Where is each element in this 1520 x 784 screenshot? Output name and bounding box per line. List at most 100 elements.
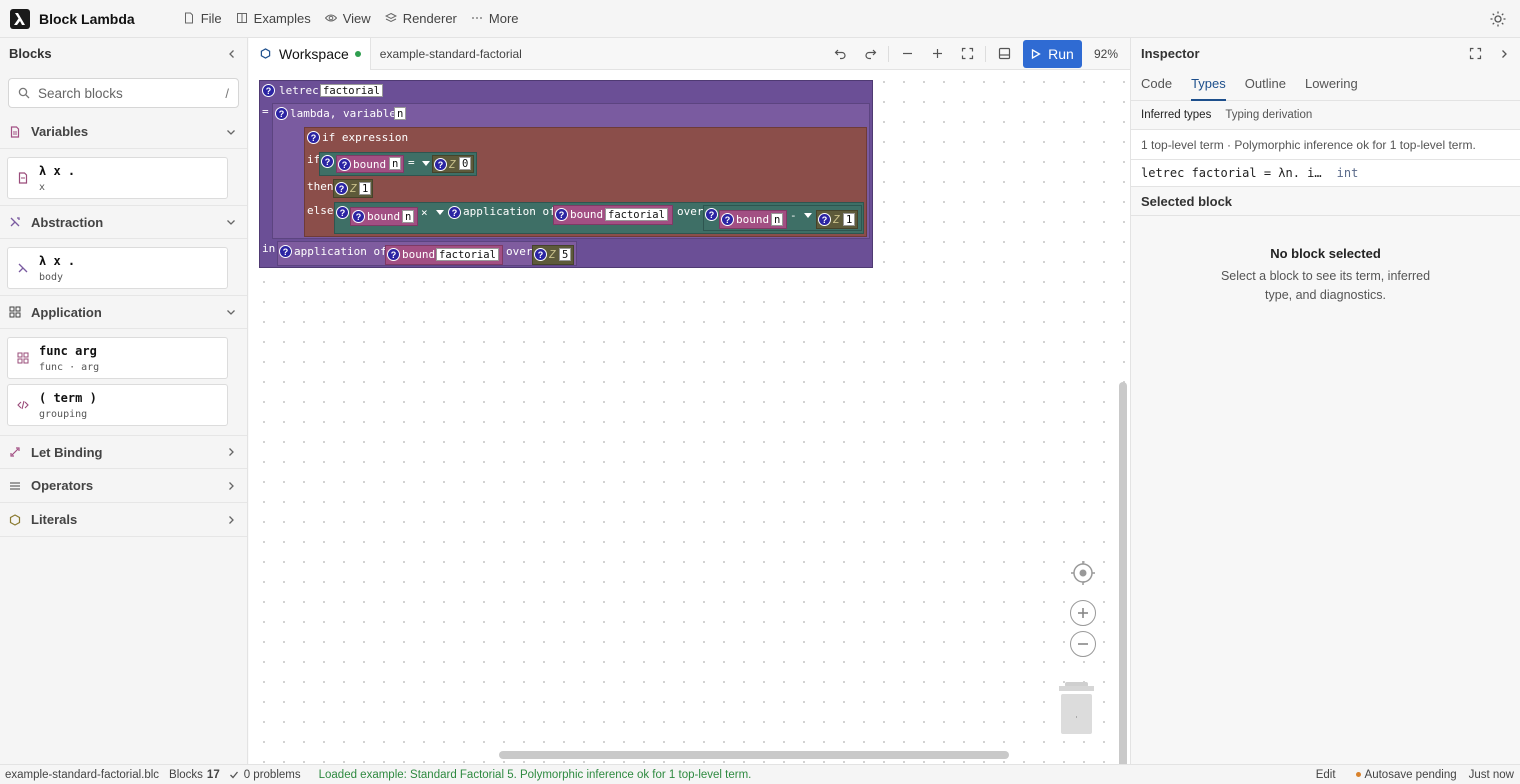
palette-variable-block[interactable]: λ x . x	[7, 157, 228, 199]
int-value-field[interactable]: 5	[559, 248, 572, 261]
help-icon[interactable]: ?	[321, 155, 334, 168]
menu-renderer[interactable]: Renderer	[384, 11, 457, 26]
help-icon[interactable]: ?	[335, 182, 348, 195]
help-icon[interactable]: ?	[387, 248, 400, 261]
ellipsis-icon	[471, 12, 484, 25]
menu-examples[interactable]: Examples	[236, 11, 311, 26]
tab-types[interactable]: Types	[1191, 69, 1226, 101]
bound-block[interactable]: ? bound n	[719, 210, 787, 229]
help-icon[interactable]: ?	[275, 107, 288, 120]
application-block[interactable]: ? application of ? bound factorial over …	[277, 241, 577, 266]
help-icon[interactable]: ?	[721, 213, 734, 226]
subtab-inferred-types[interactable]: Inferred types	[1141, 105, 1211, 125]
subtract-block[interactable]: ? ? bound n - ? Z 1	[703, 205, 862, 231]
help-icon[interactable]: ?	[448, 206, 461, 219]
search-input[interactable]	[38, 85, 226, 101]
compare-block[interactable]: ? ? bound n = ? Z 0	[319, 152, 477, 176]
operator-dropdown-icon[interactable]	[422, 161, 430, 166]
help-icon[interactable]: ?	[307, 131, 320, 144]
palette-lambda-block[interactable]: λ x . body	[7, 247, 228, 289]
tab-code[interactable]: Code	[1141, 69, 1172, 101]
int-literal-block[interactable]: ? Z 5	[532, 245, 574, 265]
palette-grouping-block[interactable]: ( term ) grouping	[7, 384, 228, 426]
workspace-tab[interactable]: Workspace	[249, 37, 371, 70]
category-operators[interactable]: Operators	[0, 469, 247, 503]
help-icon[interactable]: ?	[279, 245, 292, 258]
operator-minus[interactable]: -	[790, 209, 797, 222]
bound-block[interactable]: ? bound factorial	[553, 205, 673, 225]
help-icon[interactable]: ?	[818, 213, 831, 226]
inference-summary: 1 top-level term · Polymorphic inference…	[1131, 130, 1520, 160]
horizontal-scrollbar[interactable]	[499, 751, 1009, 759]
letrec-name-field[interactable]: factorial	[320, 84, 383, 97]
inferred-type-row[interactable]: letrec factorial = λn. i… int	[1131, 160, 1520, 187]
zoom-in-button[interactable]	[922, 42, 952, 66]
status-problems[interactable]: 0 problems	[244, 769, 301, 781]
palette-application-block[interactable]: func arg func · arg	[7, 337, 228, 379]
int-value-field[interactable]: 0	[459, 157, 472, 170]
multiply-block[interactable]: ? ? bound n × ? application of ? bound f…	[334, 202, 864, 234]
sun-icon[interactable]	[1490, 11, 1506, 27]
help-icon[interactable]: ?	[434, 158, 447, 171]
canvas-zoom-in-button[interactable]	[1070, 600, 1096, 626]
category-let-binding[interactable]: Let Binding	[0, 435, 247, 469]
bound-block[interactable]: ? bound n	[336, 155, 404, 173]
int-literal-block[interactable]: ? Z 1	[333, 179, 373, 198]
zoom-out-button[interactable]	[892, 42, 922, 66]
operator-multiply[interactable]: ×	[421, 206, 428, 219]
toggle-panel-button[interactable]	[989, 42, 1019, 66]
help-icon[interactable]: ?	[705, 208, 718, 221]
bound-variable-field[interactable]: n	[389, 157, 402, 170]
int-literal-block[interactable]: ? Z 0	[432, 155, 474, 173]
letrec-keyword: letrec	[279, 84, 319, 97]
workspace-toolbar: Run 92%	[825, 39, 1130, 68]
fit-view-button[interactable]	[952, 42, 982, 66]
hexagon-icon	[9, 513, 21, 526]
operator-equals[interactable]: =	[408, 156, 415, 169]
recenter-button[interactable]	[1070, 560, 1096, 586]
bound-block[interactable]: ? bound n	[350, 207, 418, 226]
chevron-right-icon	[229, 515, 234, 524]
tab-outline[interactable]: Outline	[1245, 69, 1286, 101]
operator-dropdown-icon[interactable]	[804, 213, 812, 218]
letrec-block[interactable]: ? letrec factorial = body in ? lambda, v…	[259, 80, 873, 268]
menu-view[interactable]: View	[324, 11, 371, 26]
help-icon[interactable]: ?	[262, 84, 275, 97]
bound-variable-field[interactable]: n	[402, 210, 415, 223]
redo-button[interactable]	[855, 42, 885, 66]
menu-more[interactable]: More	[471, 11, 519, 26]
if-block[interactable]: ? if expression if then else ? ? bound n…	[304, 127, 867, 237]
bound-variable-field[interactable]: factorial	[436, 248, 499, 261]
help-icon[interactable]: ?	[534, 248, 547, 261]
chevron-right-icon[interactable]	[1498, 48, 1510, 60]
subtab-typing-derivation[interactable]: Typing derivation	[1225, 105, 1312, 125]
hexagon-icon	[260, 48, 271, 59]
lambda-block[interactable]: ? lambda, variable n ? if expression if …	[272, 103, 870, 239]
lambda-variable-field[interactable]: n	[394, 107, 407, 120]
help-icon[interactable]: ?	[336, 206, 349, 219]
maximize-icon[interactable]	[1469, 47, 1482, 60]
bound-variable-field[interactable]: factorial	[605, 208, 668, 221]
category-variables[interactable]: Variables	[0, 115, 247, 149]
block-canvas[interactable]: ? letrec factorial = body in ? lambda, v…	[249, 70, 1130, 764]
canvas-zoom-out-button[interactable]	[1070, 631, 1096, 657]
category-application[interactable]: Application	[0, 295, 247, 329]
int-literal-block[interactable]: ? Z 1	[816, 210, 858, 229]
category-abstraction[interactable]: Abstraction	[0, 205, 247, 239]
bound-block[interactable]: ? bound factorial	[385, 245, 503, 265]
vertical-scrollbar[interactable]	[1119, 382, 1127, 764]
category-literals[interactable]: Literals	[0, 503, 247, 537]
bound-variable-field[interactable]: n	[771, 213, 784, 226]
operator-dropdown-icon[interactable]	[436, 210, 444, 215]
help-icon[interactable]: ?	[555, 208, 568, 221]
help-icon[interactable]: ?	[338, 158, 351, 171]
help-icon[interactable]: ?	[352, 210, 365, 223]
undo-button[interactable]	[825, 42, 855, 66]
int-value-field[interactable]: 1	[359, 182, 372, 195]
trash-icon[interactable]	[1059, 682, 1094, 734]
int-value-field[interactable]: 1	[843, 213, 856, 226]
collapse-panel-icon[interactable]	[226, 48, 238, 60]
menu-file[interactable]: File	[183, 11, 222, 26]
run-button[interactable]: Run	[1023, 39, 1082, 68]
tab-lowering[interactable]: Lowering	[1305, 69, 1358, 101]
